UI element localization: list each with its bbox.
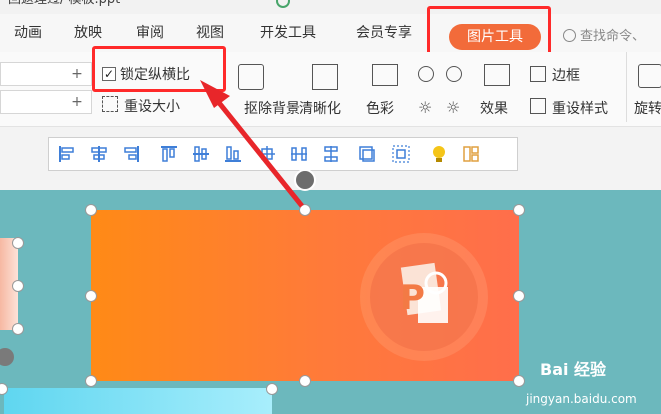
baidu-watermark: Bai 经验: [540, 360, 607, 379]
annotation-arrow: [200, 80, 304, 208]
baidu-watermark-domain: jingyan.baidu.com: [526, 392, 637, 406]
